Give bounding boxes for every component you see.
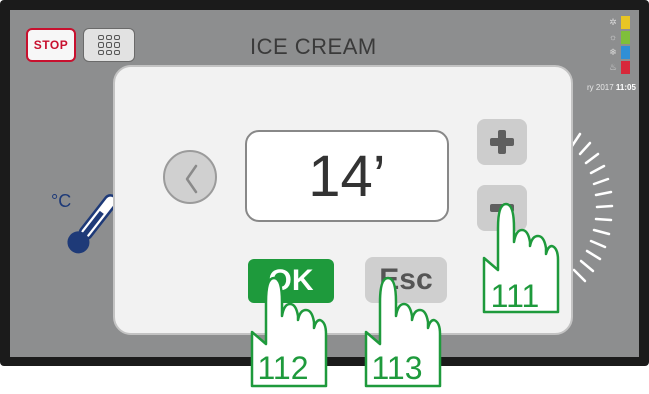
date-text: ry 2017 (587, 83, 614, 92)
clock-icon (163, 150, 217, 204)
stop-button[interactable]: STOP (26, 28, 76, 62)
callout-number: 112 (257, 350, 309, 386)
increase-button[interactable] (477, 119, 527, 165)
callout-number: 111 (490, 278, 540, 314)
time-value: 14’ (308, 143, 386, 209)
grid-icon (98, 35, 120, 55)
heat-icon: ♨ (608, 62, 618, 72)
date-time: ry 2017 11:05 (587, 83, 636, 92)
menu-grid-button[interactable] (83, 28, 135, 62)
callout-113: 113 (352, 264, 442, 394)
snowflake-icon: ❄ (609, 47, 617, 57)
stir-icon: ☼ (608, 32, 618, 42)
stop-label: STOP (33, 38, 69, 52)
snowflake-dot-icon: ✲ (609, 17, 617, 27)
callout-number: 113 (371, 350, 423, 386)
status-green (621, 31, 630, 44)
program-title: ICE CREAM (250, 34, 377, 59)
status-indicators: ✲ ☼ ❄ ♨ (608, 14, 630, 74)
time-value-display: 14’ (245, 130, 449, 222)
thermometer-icon (67, 194, 118, 254)
status-blue (621, 46, 630, 59)
time-text: 11:05 (615, 83, 636, 92)
status-yellow (621, 16, 630, 29)
callout-112: 112 (238, 264, 328, 394)
callout-111: 111 (470, 190, 560, 320)
status-red (621, 61, 630, 74)
plus-icon (490, 130, 514, 154)
